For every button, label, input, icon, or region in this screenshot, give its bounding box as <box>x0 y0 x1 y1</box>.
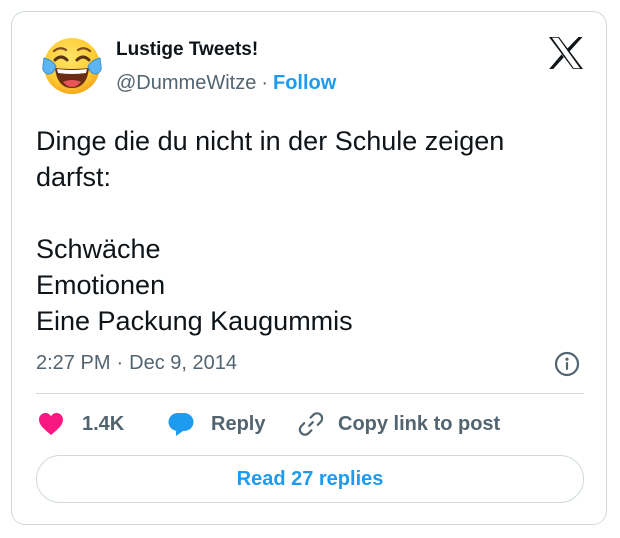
x-logo-icon[interactable] <box>548 36 584 70</box>
like-count: 1.4K <box>82 412 125 435</box>
avatar[interactable] <box>40 34 104 98</box>
tweet-line: darfst: <box>36 162 112 192</box>
copy-link-button[interactable]: Copy link to post <box>298 408 500 440</box>
timestamp-separator: · <box>116 352 124 374</box>
handle-row: @DummeWitze · Follow <box>116 72 336 95</box>
tweet-line: Eine Packung Kaugummis <box>36 306 353 336</box>
info-circle-icon[interactable] <box>554 351 580 377</box>
follow-link[interactable]: Follow <box>273 72 336 94</box>
speech-bubble-icon <box>168 413 194 436</box>
reply-button[interactable]: Reply <box>167 408 265 440</box>
author-name[interactable]: Lustige Tweets! <box>116 39 258 61</box>
divider <box>36 393 584 394</box>
read-replies-button[interactable]: Read 27 replies <box>36 455 584 503</box>
link-icon <box>298 412 324 436</box>
tweet-line: Emotionen <box>36 270 166 300</box>
author-handle[interactable]: @DummeWitze <box>116 72 256 94</box>
like-button[interactable]: 1.4K <box>38 408 124 440</box>
read-replies-label: Read 27 replies <box>236 467 384 490</box>
heart-icon <box>39 413 63 435</box>
handle-separator: · <box>261 72 268 94</box>
copy-link-label: Copy link to post <box>338 412 501 435</box>
tweet-date: Dec 9, 2014 <box>129 352 238 374</box>
tweet-line: Schwäche <box>36 234 161 264</box>
tweet-text: Dinge die du nicht in der Schule zeigen … <box>36 123 588 339</box>
timestamp-link[interactable]: 2:27 PM · Dec 9, 2014 <box>36 352 237 375</box>
face-with-tears-of-joy-icon <box>42 38 102 94</box>
reply-label: Reply <box>211 412 266 435</box>
tweet-time: 2:27 PM <box>36 352 111 374</box>
tweet-line: Dinge die du nicht in der Schule zeigen <box>36 126 505 156</box>
tweet-card: Lustige Tweets! @DummeWitze · Follow Dinge… <box>11 11 607 525</box>
